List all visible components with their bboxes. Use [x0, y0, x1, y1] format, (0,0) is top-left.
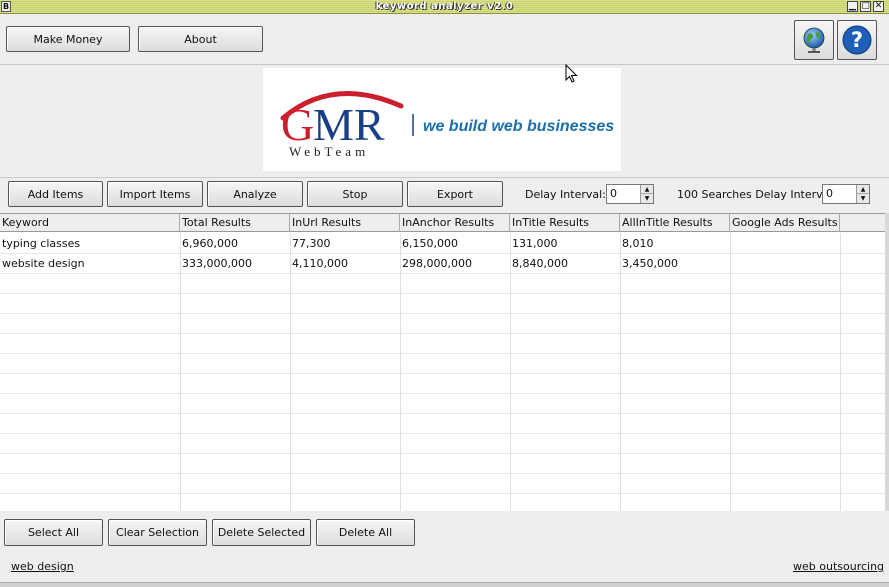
column-divider — [840, 233, 841, 511]
empty-row — [0, 314, 885, 334]
table-cell: 3,450,000 — [622, 257, 678, 270]
globe-button[interactable] — [794, 20, 834, 60]
empty-row — [0, 334, 885, 354]
spinner-arrows: ▲ ▼ — [856, 185, 869, 203]
spinner-up-icon[interactable]: ▲ — [641, 185, 653, 194]
empty-row — [0, 414, 885, 434]
empty-row — [0, 374, 885, 394]
empty-row — [0, 434, 885, 454]
title-bar: B keyword analyzer v2.0 ▁ ▢ ✕ — [0, 0, 889, 14]
table-cell: 131,000 — [512, 237, 558, 250]
empty-row — [0, 474, 885, 494]
globe-icon — [803, 27, 825, 53]
column-divider — [180, 233, 181, 511]
column-divider — [620, 233, 621, 511]
import-items-button[interactable]: Import Items — [107, 181, 203, 207]
column-header-allintitle-results[interactable]: AllInTitle Results — [620, 214, 730, 232]
table-cell: typing classes — [2, 237, 81, 250]
logo-subbrand: WebTeam — [289, 144, 369, 159]
select-all-button[interactable]: Select All — [4, 519, 103, 546]
column-header-total-results[interactable]: Total Results — [180, 214, 290, 232]
spinner-up-icon[interactable]: ▲ — [857, 185, 869, 194]
web-design-link[interactable]: web design — [11, 560, 74, 573]
empty-row — [0, 494, 885, 511]
spinner-arrows: ▲ ▼ — [640, 185, 653, 203]
table-cell — [730, 234, 840, 254]
empty-row — [0, 454, 885, 474]
svg-text:?: ? — [851, 28, 863, 52]
window-bottom-edge — [0, 582, 889, 587]
table-cell: 77,300 — [292, 237, 331, 250]
table-cell: 333,000,000 — [182, 257, 252, 270]
about-button[interactable]: About — [138, 26, 263, 52]
table-header: Keyword Total Results InUrl Results InAn… — [0, 214, 885, 232]
empty-row — [0, 274, 885, 294]
column-divider — [510, 233, 511, 511]
table-right-edge — [885, 213, 889, 511]
add-items-button[interactable]: Add Items — [8, 181, 103, 207]
analyze-button[interactable]: Analyze — [207, 181, 303, 207]
maximize-button[interactable]: ▢ — [860, 1, 871, 12]
column-header-intitle-results[interactable]: InTitle Results — [510, 214, 620, 232]
spinner-down-icon[interactable]: ▼ — [857, 194, 869, 203]
column-header-keyword[interactable]: Keyword — [0, 214, 180, 232]
empty-row — [0, 354, 885, 374]
mouse-cursor-icon — [565, 64, 578, 83]
searches-delay-spinner[interactable]: 0 ▲ ▼ — [822, 184, 870, 204]
table-cell: 6,960,000 — [182, 237, 238, 250]
logo-brand-mr: MR — [313, 99, 385, 150]
column-divider — [290, 233, 291, 511]
empty-row — [0, 394, 885, 414]
window-title: keyword analyzer v2.0 — [375, 1, 514, 12]
column-header-google-ads-results[interactable]: Google Ads Results — [730, 214, 840, 232]
table-cell: 8,840,000 — [512, 257, 568, 270]
delete-all-button[interactable]: Delete All — [316, 519, 415, 546]
delete-selected-button[interactable]: Delete Selected — [212, 519, 311, 546]
column-divider — [730, 233, 731, 511]
column-header-inurl-results[interactable]: InUrl Results — [290, 214, 400, 232]
table-cell: 8,010 — [622, 237, 654, 250]
delay-interval-value[interactable]: 0 — [610, 187, 617, 200]
app-window: B keyword analyzer v2.0 ▁ ▢ ✕ Make Money… — [0, 0, 889, 587]
results-table[interactable]: Keyword Total Results InUrl Results InAn… — [0, 213, 885, 511]
table-cell — [730, 254, 840, 274]
table-cell: 6,150,000 — [402, 237, 458, 250]
help-button[interactable]: ? — [837, 20, 877, 60]
clear-selection-button[interactable]: Clear Selection — [108, 519, 207, 546]
logo-brand-g: G — [281, 99, 314, 150]
table-row[interactable]: website design 333,000,000 4,110,000 298… — [0, 254, 885, 274]
table-cell: 4,110,000 — [292, 257, 348, 270]
help-icon: ? — [842, 25, 872, 55]
searches-delay-label: 100 Searches Delay Interval: — [677, 188, 837, 201]
web-outsourcing-link[interactable]: web outsourcing — [793, 560, 884, 573]
table-row[interactable]: typing classes 6,960,000 77,300 6,150,00… — [0, 234, 885, 254]
logo-separator — [0, 177, 889, 178]
minimize-button[interactable]: ▁ — [847, 1, 858, 12]
column-header-inanchor-results[interactable]: InAnchor Results — [400, 214, 510, 232]
spinner-down-icon[interactable]: ▼ — [641, 194, 653, 203]
delay-interval-label: Delay Interval: — [525, 188, 606, 201]
close-button[interactable]: ✕ — [873, 1, 884, 12]
table-cell: 298,000,000 — [402, 257, 472, 270]
export-button[interactable]: Export — [407, 181, 503, 207]
empty-row — [0, 294, 885, 314]
table-cell: website design — [2, 257, 85, 270]
stop-button[interactable]: Stop — [307, 181, 403, 207]
column-divider — [400, 233, 401, 511]
make-money-button[interactable]: Make Money — [6, 26, 130, 52]
logo-tagline: we build web businesses — [423, 118, 614, 135]
searches-delay-value[interactable]: 0 — [826, 187, 833, 200]
delay-interval-spinner[interactable]: 0 ▲ ▼ — [606, 184, 654, 204]
header-separator — [0, 64, 889, 65]
